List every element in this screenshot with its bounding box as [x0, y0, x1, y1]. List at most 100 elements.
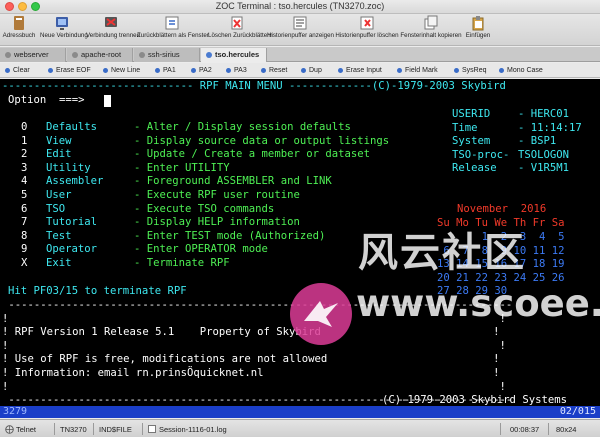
toolbar-button-label: Historienpuffer löschen	[335, 32, 399, 39]
key-dot-icon	[48, 68, 53, 73]
toolbar-button-3[interactable]: Zurückblättern als Fenster	[137, 15, 209, 45]
key-button-7[interactable]: Dup	[300, 65, 322, 76]
session-tab-3[interactable]: tso.hercules	[201, 48, 267, 62]
terminal-model: 3279	[3, 406, 28, 417]
menu-header: ------------------------------ RPF MAIN …	[2, 80, 506, 92]
menu-item-desc: - Enter OPERATOR mode	[134, 243, 268, 256]
menu-item-name[interactable]: Test	[46, 230, 72, 244]
key-button-label: Dup	[309, 67, 322, 74]
toolbar-button-label: Neue Verbindung	[40, 32, 88, 39]
info-box-line: ! !	[2, 339, 506, 352]
menu-item-desc: - Display HELP information	[134, 216, 300, 229]
menu-item-name[interactable]: Edit	[46, 148, 72, 162]
address-book-icon	[11, 15, 27, 31]
key-button-label: Field Mark	[405, 67, 438, 74]
calendar-title: November 2016	[457, 203, 547, 215]
log-file[interactable]: Session-1116-01.log	[159, 425, 227, 434]
menu-item-desc: - Enter TEST mode (Authorized)	[134, 229, 326, 242]
toolbar: Adressbuch Neue Verbindung Verbindung tren…	[0, 14, 600, 46]
session-tab-2[interactable]: ssh-sirius	[134, 48, 200, 62]
info-box-line: ! Use of RPF is free, modifications are …	[2, 353, 500, 366]
key-dot-icon	[5, 68, 10, 73]
toolbar-button-0[interactable]: Adressbuch	[2, 15, 36, 45]
info-box-line: ! RPF Version 1 Release 5.1 Property of …	[2, 326, 500, 339]
toolbar-button-2[interactable]: Verbindung trennen	[86, 15, 140, 45]
key-button-1[interactable]: Erase EOF	[47, 65, 91, 76]
key-dot-icon	[454, 68, 459, 73]
info-value: - 11:14:17	[518, 121, 582, 134]
menu-item-name[interactable]: Defaults	[46, 121, 97, 135]
key-button-0[interactable]: Clear	[4, 65, 30, 76]
menu-item-name[interactable]: View	[46, 135, 72, 149]
session-status-icon	[5, 52, 11, 58]
key-button-6[interactable]: Reset	[260, 65, 287, 76]
key-dot-icon	[301, 68, 306, 73]
info-value: TSOLOGON	[518, 148, 570, 161]
toolbar-button-8[interactable]: Einfügen	[463, 15, 493, 45]
toolbar-button-label: Adressbuch	[2, 32, 36, 39]
key-bar: Clear Erase EOF New Line PA1 PA2 PA3 Reset Dup E…	[0, 63, 600, 78]
key-button-9[interactable]: Field Mark	[396, 65, 438, 76]
watermark-text: 风云社区	[358, 230, 526, 276]
key-button-5[interactable]: PA3	[225, 65, 247, 76]
menu-item-name[interactable]: Tutorial	[46, 216, 97, 230]
info-label: Time	[452, 121, 478, 134]
session-tab-label: apache-root	[81, 50, 122, 59]
info-label: USERID	[452, 108, 491, 120]
session-timer: 00:08:37	[510, 425, 540, 434]
session-tab-1[interactable]: apache-root	[67, 48, 133, 62]
terminal-screen[interactable]: ------------------------------ RPF MAIN …	[0, 79, 600, 406]
key-dot-icon	[103, 68, 108, 73]
menu-key: 1	[21, 134, 28, 147]
new-connection-icon	[54, 15, 70, 31]
info-box-line: ! !	[2, 380, 506, 393]
copyright-footer: (C)-1979-2003 Skybird Systems	[382, 394, 567, 406]
menu-item-name[interactable]: TSO	[46, 203, 65, 217]
key-button-10[interactable]: SysReq	[453, 65, 487, 76]
key-dot-icon	[338, 68, 343, 73]
session-status-icon	[139, 52, 145, 58]
option-input-cursor[interactable]	[104, 95, 111, 107]
toolbar-button-label: Löschen Zurückblättern	[208, 32, 273, 39]
key-button-2[interactable]: New Line	[102, 65, 140, 76]
menu-item-name[interactable]: Assembler	[46, 175, 103, 189]
menu-key: 6	[21, 202, 28, 215]
menu-item-name[interactable]: User	[46, 189, 72, 203]
log-checkbox-icon[interactable]	[148, 425, 156, 435]
key-button-label: New Line	[111, 67, 141, 74]
cursor-position: 02/015	[559, 406, 596, 417]
terminate-hint: Hit PF03/15 to terminate RPF	[8, 285, 187, 297]
key-button-4[interactable]: PA2	[190, 65, 212, 76]
key-button-label: PA1	[163, 67, 176, 74]
clear-history-icon	[359, 15, 375, 31]
key-dot-icon	[191, 68, 196, 73]
key-button-label: PA3	[234, 67, 247, 74]
transfer-protocol: IND$FILE	[99, 425, 132, 434]
toolbar-button-5[interactable]: Historienpuffer anzeigen	[267, 15, 334, 45]
key-button-label: SysReq	[462, 67, 487, 74]
toolbar-button-1[interactable]: Neue Verbindung	[40, 15, 88, 45]
key-button-8[interactable]: Erase Input	[337, 65, 382, 76]
session-status-icon	[206, 52, 212, 58]
connection-type: Telnet	[16, 425, 37, 434]
menu-item-name[interactable]: Operator	[46, 243, 97, 257]
paste-icon	[470, 15, 486, 31]
toolbar-button-label: Zurückblättern als Fenster	[137, 32, 209, 39]
menu-key: X	[21, 257, 28, 269]
show-history-icon	[292, 15, 308, 31]
toolbar-button-4[interactable]: Löschen Zurückblättern	[208, 15, 273, 45]
terminal-status-line: 3279 02/015	[0, 406, 600, 418]
menu-key: 3	[21, 161, 28, 174]
info-box-line: ! Information: email rn.prinsÖquicknet.n…	[2, 367, 500, 379]
toolbar-button-7[interactable]: Fensterinhalt kopieren	[400, 15, 462, 45]
menu-item-name[interactable]: Utility	[46, 162, 91, 176]
disconnect-icon	[103, 15, 119, 31]
session-status-icon	[72, 52, 78, 58]
session-tab-0[interactable]: webserver	[0, 48, 66, 62]
toolbar-button-6[interactable]: Historienpuffer löschen	[335, 15, 399, 45]
info-label: System	[452, 135, 491, 148]
info-value: - V1R5M1	[518, 162, 570, 175]
key-button-11[interactable]: Mono Case	[498, 65, 543, 76]
key-button-3[interactable]: PA1	[154, 65, 176, 76]
menu-item-name[interactable]: Exit	[46, 257, 72, 271]
